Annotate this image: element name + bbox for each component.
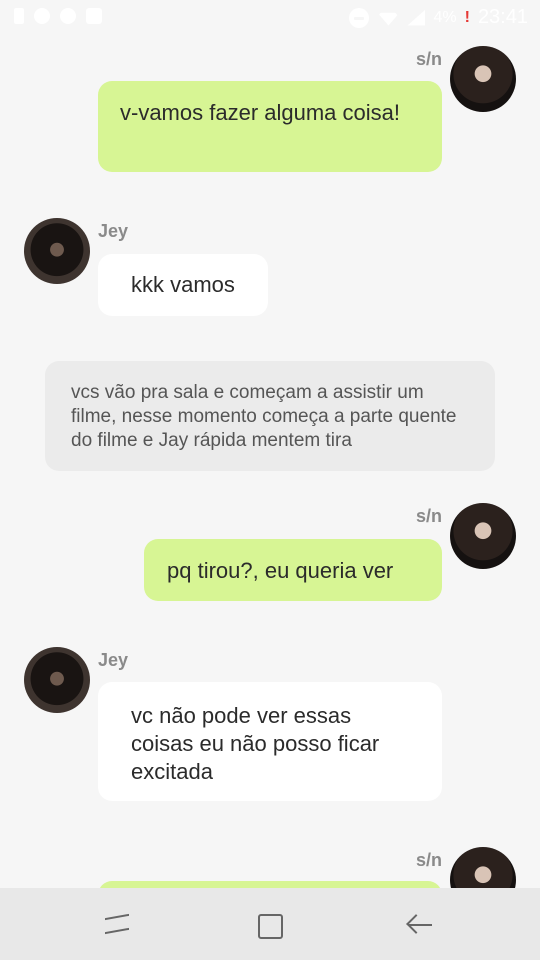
- battery-saver-icon: [14, 8, 24, 24]
- back-icon[interactable]: [404, 908, 438, 942]
- avatar[interactable]: [450, 503, 516, 569]
- sender-name: s/n: [415, 850, 442, 870]
- message-bubble: v-vamos fazer alguma coisa!: [98, 81, 442, 172]
- clock: 23:41: [477, 6, 528, 28]
- notification-icons: [14, 8, 102, 24]
- chat-notification-icon: [34, 8, 50, 24]
- system-icons: 4% ! 23:41: [349, 6, 528, 29]
- recents-icon[interactable]: [101, 908, 135, 942]
- status-bar: 4% ! 23:41: [0, 0, 540, 36]
- do-not-disturb-icon: [349, 7, 370, 28]
- home-icon[interactable]: [253, 908, 287, 942]
- message-bubble: pq tirou?, eu queria ver: [144, 539, 442, 601]
- navigation-bar: [0, 888, 540, 960]
- sender-name: Jey: [98, 221, 129, 241]
- avatar[interactable]: [24, 647, 90, 713]
- signal-icon: [407, 9, 426, 26]
- sender-name: s/n: [415, 49, 442, 69]
- chat-notification-icon: [60, 8, 76, 24]
- sender-name: s/n: [415, 506, 442, 526]
- avatar[interactable]: [24, 218, 90, 284]
- message-bubble: vc não pode ver essas coisas eu não poss…: [98, 682, 442, 801]
- narration-bubble: vcs vão pra sala e começam a assistir um…: [45, 361, 495, 471]
- battery-alert-icon: !: [464, 8, 470, 26]
- wifi-icon: [377, 12, 400, 26]
- battery-percent: 4%: [433, 8, 457, 26]
- avatar[interactable]: [450, 46, 516, 112]
- sender-name: Jey: [98, 650, 129, 670]
- message-bubble: kkk vamos: [98, 254, 268, 316]
- image-notification-icon: [86, 8, 102, 24]
